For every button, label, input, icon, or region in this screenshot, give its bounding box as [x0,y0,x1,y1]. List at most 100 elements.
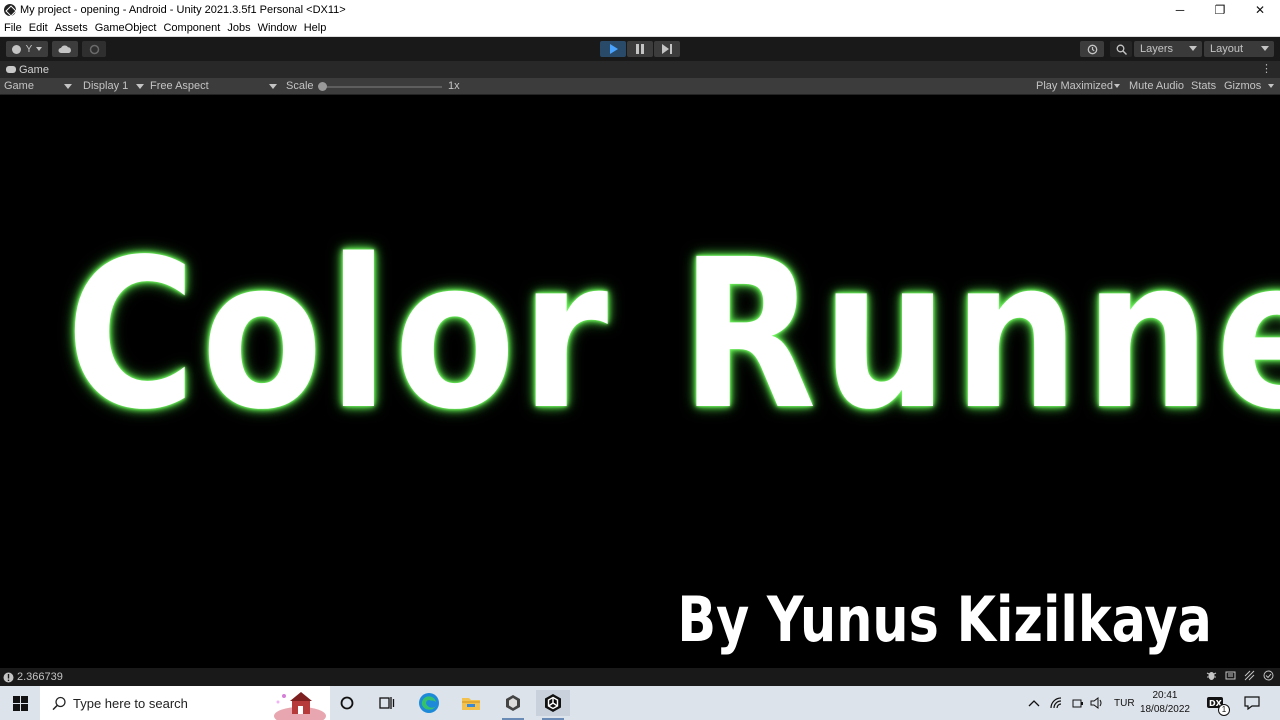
account-label: Y [25,43,33,55]
tab-game-label: Game [19,63,49,76]
menu-file[interactable]: File [4,22,22,34]
notification-icon [1244,696,1260,710]
account-icon [11,44,21,54]
close-button[interactable]: ✕ [1240,0,1280,19]
game-viewport[interactable]: Color Runner By Yunus Kizilkaya [0,95,1280,668]
search-button[interactable] [1110,41,1132,57]
start-button[interactable] [3,690,37,716]
game-tab-bar: Game ⋮ [0,61,1280,78]
menu-edit[interactable]: Edit [29,22,48,34]
layout-dropdown[interactable]: Layout [1204,41,1274,57]
play-maximized-dropdown[interactable]: Play Maximized [1036,80,1113,92]
aspect-dropdown[interactable]: Free Aspect [150,80,209,92]
action-center-button[interactable] [1244,686,1260,720]
taskbar-search-input[interactable] [73,695,253,711]
windows-taskbar: TUR 20:41 18/08/2022 DX 1 [0,686,1280,720]
gamepad-icon [6,66,16,73]
game-view-toolbar: Game Display 1 Free Aspect Scale 1x Play… [0,78,1280,95]
menu-jobs[interactable]: Jobs [227,22,250,34]
lighting-icon[interactable] [1244,670,1255,681]
debug-settings-icon[interactable] [1225,670,1236,681]
taskbar-app-unity-hub[interactable] [496,690,530,720]
taskbar-app-unity-editor[interactable] [536,690,570,720]
speaker-icon[interactable] [1090,697,1104,709]
clock-date: 18/08/2022 [1139,704,1190,715]
chevron-up-icon[interactable] [1028,699,1040,707]
unity-cube-icon [506,695,520,711]
taskbar-app-edge[interactable] [412,690,446,716]
stats-button[interactable]: Stats [1191,80,1216,92]
pause-icon [636,44,644,54]
cortana-circle-icon [340,696,354,710]
display-dropdown[interactable]: Display 1 [83,80,128,92]
status-bar: 2.366739 [0,668,1280,686]
search-icon [52,696,66,710]
account-dropdown[interactable]: Y [6,41,48,57]
scale-label: Scale [286,80,314,92]
cloud-button[interactable] [52,41,78,57]
collab-button[interactable] [82,41,106,57]
menu-window[interactable]: Window [258,22,297,34]
unity-logo-icon [545,694,561,712]
menu-bar: File Edit Assets GameObject Component Jo… [0,19,1280,37]
undo-history-button[interactable] [1080,41,1104,57]
view-dropdown[interactable]: Game [4,80,34,92]
taskbar-search[interactable] [40,686,330,720]
tab-menu-button[interactable]: ⋮ [1261,63,1272,75]
console-last-message[interactable]: 2.366739 [17,671,63,683]
step-button[interactable] [654,41,680,57]
maximize-button[interactable]: ❐ [1200,0,1240,19]
scale-slider-handle[interactable] [318,82,327,91]
battery-icon[interactable] [1072,697,1084,709]
chevron-down-icon [1261,46,1269,51]
step-icon [662,44,672,54]
author-credit-text: By Yunus Kizilkaya [677,583,1212,656]
minimize-button[interactable]: ─ [1160,0,1200,19]
tab-game[interactable]: Game [0,64,49,76]
layers-dropdown[interactable]: Layers [1134,41,1202,57]
bug-icon[interactable] [1206,670,1217,681]
menu-component[interactable]: Component [163,22,220,34]
scale-slider[interactable] [320,86,442,88]
window-title-bar: My project - opening - Android - Unity 2… [0,0,1280,19]
progress-check-icon[interactable] [1263,670,1274,681]
search-highlight-illustration-icon [274,692,326,720]
unity-toolbar: Y Layers Layout [0,37,1280,61]
collab-icon [89,44,99,54]
window-title: My project - opening - Android - Unity 2… [20,3,346,16]
layers-label: Layers [1140,43,1174,55]
menu-help[interactable]: Help [304,22,327,34]
chevron-down-icon [36,47,43,51]
taskbar-clock[interactable]: 20:41 18/08/2022 [1140,689,1190,717]
scale-value: 1x [448,80,460,92]
window-controls: ─ ❐ ✕ [1160,0,1280,19]
cortana-button[interactable] [330,690,364,716]
menu-assets[interactable]: Assets [55,22,88,34]
unity-app-icon [4,3,16,16]
input-language[interactable]: TUR [1114,698,1135,709]
history-icon [1087,44,1097,54]
menu-gameobject[interactable]: GameObject [95,22,157,34]
dx-tray-app[interactable]: DX 1 [1206,686,1230,720]
chevron-down-icon [64,84,72,89]
pause-button[interactable] [627,41,653,57]
mute-audio-button[interactable]: Mute Audio [1129,80,1184,92]
task-view-button[interactable] [370,690,404,716]
layout-label: Layout [1210,43,1244,55]
taskbar-app-file-explorer[interactable] [454,690,488,716]
status-icons [1206,670,1274,681]
clock-time: 20:41 [1152,690,1178,701]
game-title-text: Color Runner [66,215,1280,455]
task-view-icon [379,697,395,709]
wifi-icon[interactable] [1050,697,1064,709]
chevron-down-icon [1114,84,1120,88]
gizmos-button[interactable]: Gizmos [1224,80,1261,92]
chevron-down-icon [136,84,144,89]
system-tray: TUR [1028,686,1135,720]
play-icon [609,44,618,54]
cloud-icon [58,44,71,53]
playback-controls [600,41,680,57]
play-button[interactable] [600,41,626,57]
search-icon [1116,44,1127,55]
edge-browser-icon [419,693,439,713]
